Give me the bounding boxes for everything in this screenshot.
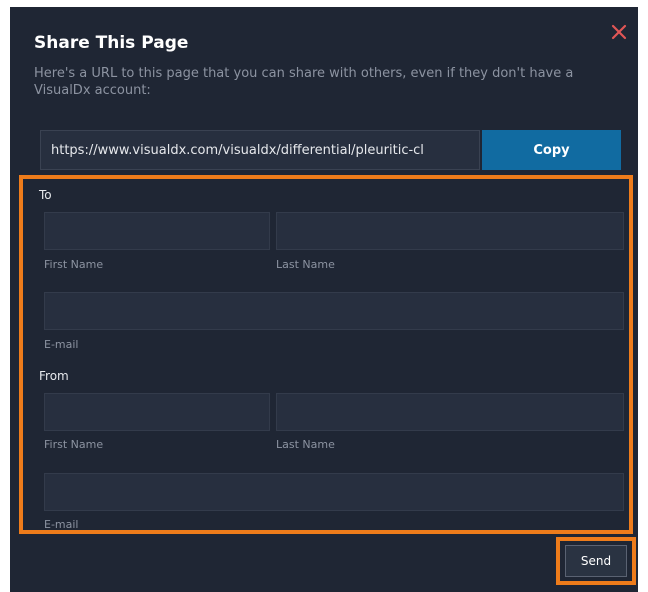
to-last-name-label: Last Name <box>276 258 335 271</box>
share-url-input[interactable] <box>40 130 480 170</box>
dialog-title: Share This Page <box>34 33 189 53</box>
from-first-name-input[interactable] <box>44 393 270 431</box>
from-email-label: E-mail <box>44 518 79 531</box>
send-highlight: Send <box>556 537 636 585</box>
from-email-input[interactable] <box>44 473 624 511</box>
close-icon-graphic <box>611 24 627 40</box>
to-first-name-input[interactable] <box>44 212 270 250</box>
recipient-sender-form: To First Name Last Name E-mail From Firs… <box>19 175 633 534</box>
copy-button[interactable]: Copy <box>482 130 621 170</box>
to-email-label: E-mail <box>44 338 79 351</box>
send-button[interactable]: Send <box>565 545 627 577</box>
from-heading: From <box>39 369 69 383</box>
to-last-name-input[interactable] <box>276 212 624 250</box>
to-email-input[interactable] <box>44 292 624 330</box>
from-last-name-input[interactable] <box>276 393 624 431</box>
from-first-name-label: First Name <box>44 438 104 451</box>
to-heading: To <box>39 188 52 202</box>
from-last-name-label: Last Name <box>276 438 335 451</box>
to-first-name-label: First Name <box>44 258 104 271</box>
share-dialog: Share This Page Here's a URL to this pag… <box>10 7 638 592</box>
dialog-description: Here's a URL to this page that you can s… <box>34 66 574 98</box>
close-icon[interactable] <box>608 21 630 43</box>
